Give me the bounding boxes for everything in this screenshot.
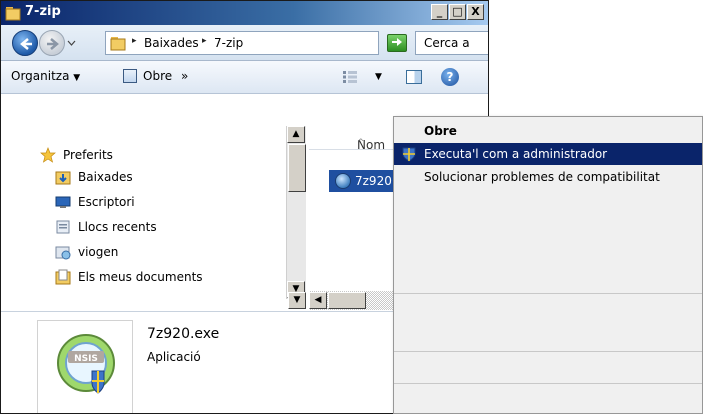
chevron-down-icon[interactable]: ▼ [375,72,382,82]
network-folder-icon [55,246,71,260]
chevron-down-icon[interactable] [67,39,76,47]
file-item[interactable]: 7z920.exe [329,170,395,192]
organize-button[interactable]: Organitza ▼ [11,69,80,83]
help-icon[interactable]: ? [441,68,459,86]
menu-item-label: Obre [424,124,457,138]
folder-icon [5,7,21,21]
scrollbar-thumb[interactable] [288,144,306,192]
details-file-name: 7z920.exe [147,326,220,342]
sort-ascending-icon: ^ [357,138,365,148]
maximize-button[interactable]: □ [449,4,466,20]
title-bar[interactable]: 7-zip _ □ X [1,1,488,25]
menu-separator [394,383,702,384]
minimize-button[interactable]: _ [431,4,448,20]
nav-item-label: viogen [78,245,119,259]
menu-item-label: Solucionar problemes de compatibilitat [424,170,660,184]
refresh-button[interactable] [387,34,407,52]
recent-places-icon [56,220,70,234]
arrow-right-icon [47,38,59,50]
nsis-installer-icon: NSIS [57,334,115,394]
scroll-left-button[interactable]: ◀ [309,292,327,309]
organize-label: Organitza [11,69,70,83]
open-button[interactable]: Obre [143,69,172,83]
installer-icon [335,173,351,189]
arrow-left-icon [20,38,32,50]
scroll-down-button[interactable]: ▼ [288,292,306,309]
menu-separator [394,293,702,294]
breadcrumb-arrow-icon[interactable]: ▸ [202,36,207,46]
menu-item-open[interactable]: Obre [394,120,702,142]
breadcrumb-baixades[interactable]: Baixades [144,36,199,50]
nav-item-label: Escriptori [78,195,135,209]
nav-item-label: Els meus documents [78,270,203,284]
search-input[interactable]: Cerca a [415,31,488,55]
refresh-icon [392,38,402,46]
window-title: 7-zip [25,4,61,19]
nav-item-label: Llocs recents [78,220,157,234]
breadcrumb-7zip[interactable]: 7-zip [214,36,243,50]
nav-item-label: Baixades [78,170,133,184]
folder-icon [110,37,126,51]
chevron-down-icon: ▼ [73,73,81,83]
menu-item-troubleshoot-compatibility[interactable]: Solucionar problemes de compatibilitat [394,166,702,188]
breadcrumb-arrow-icon[interactable]: ▸ [132,36,137,46]
close-button[interactable]: X [467,4,484,20]
downloads-folder-icon [55,171,71,185]
preview-pane-icon[interactable] [406,70,422,84]
open-icon[interactable] [123,69,137,83]
address-bar[interactable]: ▸ Baixades ▸ 7-zip [105,31,472,55]
context-menu: Obre Executa'l com a administrador Soluc… [393,116,703,414]
search-placeholder: Cerca a [424,36,470,50]
file-name: 7z920.exe [355,174,395,188]
address-row: ▸ Baixades ▸ 7-zip Cerca a [1,25,488,61]
icon-label: NSIS [74,354,98,364]
nav-pane-scrollbar[interactable]: ▲ ▼ [286,126,306,299]
navigation-pane: Preferits Baixades Escriptori Llocs rece… [1,126,286,299]
menu-item-label: Executa'l com a administrador [424,147,608,161]
star-icon [40,147,56,163]
documents-folder-icon [55,269,71,285]
views-icon[interactable] [343,71,357,83]
desktop-icon [55,196,71,208]
forward-button[interactable] [39,30,65,56]
uac-shield-icon [402,147,416,162]
scroll-up-button[interactable]: ▲ [287,126,305,143]
menu-item-run-as-admin[interactable]: Executa'l com a administrador [394,143,702,165]
scrollbar-thumb[interactable] [328,292,366,309]
command-bar: Organitza ▼ Obre » ▼ ? [1,61,488,94]
back-button[interactable] [12,30,38,56]
file-large-icon: NSIS [37,320,133,413]
menu-separator [394,351,702,352]
details-file-type: Aplicació [147,350,201,364]
more-commands-button[interactable]: » [181,69,188,83]
nav-item-label: Preferits [63,148,113,162]
